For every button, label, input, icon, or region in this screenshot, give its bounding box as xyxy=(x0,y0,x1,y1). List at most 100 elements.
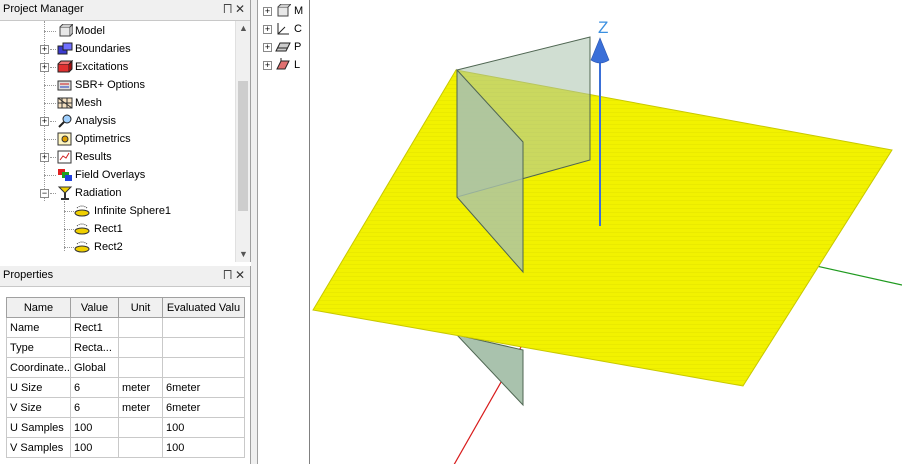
tree-item-analysis[interactable]: + Analysis xyxy=(0,112,230,130)
table-row[interactable]: U Samples 100 100 xyxy=(6,417,245,438)
scrollbar-thumb[interactable] xyxy=(238,81,248,211)
ground-plane xyxy=(312,69,893,387)
tree-item-label: Analysis xyxy=(75,115,116,127)
expand-toggle[interactable]: + xyxy=(263,7,272,16)
table-row[interactable]: Coordinate... Global xyxy=(6,357,245,378)
optimetrics-icon xyxy=(57,132,72,146)
tree-item-boundaries[interactable]: + Boundaries xyxy=(0,40,230,58)
column-header-name[interactable]: Name xyxy=(6,297,71,318)
tree-item-label: Mesh xyxy=(75,97,102,109)
field-overlays-icon xyxy=(58,169,72,181)
tree-item-rect2[interactable]: Rect2 xyxy=(0,238,230,256)
scroll-down-icon[interactable]: ▼ xyxy=(236,247,251,262)
tree-item-label: Rect1 xyxy=(94,223,123,235)
cell-evaluated-value: 6meter xyxy=(162,377,245,398)
model-icon xyxy=(59,24,73,37)
model-tree: + M + C + P + L xyxy=(258,0,310,464)
cell-evaluated-value xyxy=(162,357,245,378)
boundaries-icon xyxy=(57,42,73,55)
cell-value[interactable]: 6 xyxy=(70,377,119,398)
cell-name: V Size xyxy=(6,397,71,418)
tree-item-field-overlays[interactable]: Field Overlays xyxy=(0,166,230,184)
tree-item-label: Boundaries xyxy=(75,43,131,55)
cell-unit[interactable] xyxy=(118,337,163,358)
column-header-evaluated-value[interactable]: Evaluated Valu xyxy=(162,297,245,318)
cell-value[interactable]: 100 xyxy=(70,437,119,458)
table-row[interactable]: V Samples 100 100 xyxy=(6,437,245,458)
close-icon[interactable]: ✕ xyxy=(235,2,245,16)
tree-item-sbr-options[interactable]: SBR+ Options xyxy=(0,76,230,94)
3d-viewport[interactable]: Z xyxy=(311,0,902,464)
collapse-toggle[interactable]: − xyxy=(40,189,49,198)
pin-icon[interactable]: ⨅ xyxy=(223,3,232,16)
expand-toggle[interactable]: + xyxy=(40,63,49,72)
tree-item-infinite-sphere1[interactable]: Infinite Sphere1 xyxy=(0,202,230,220)
cell-unit[interactable] xyxy=(118,317,163,338)
project-manager-title: Project Manager xyxy=(3,3,84,15)
tree-item-label: Field Overlays xyxy=(75,169,146,181)
table-row[interactable]: Type Recta... xyxy=(6,337,245,358)
model-tree-label: P xyxy=(294,41,302,53)
cell-value[interactable]: Rect1 xyxy=(70,317,119,338)
table-row[interactable]: V Size 6 meter 6meter xyxy=(6,397,245,418)
cell-value[interactable]: 6 xyxy=(70,397,119,418)
cell-evaluated-value xyxy=(162,337,245,358)
tree-item-label: SBR+ Options xyxy=(75,79,146,91)
table-row[interactable]: U Size 6 meter 6meter xyxy=(6,377,245,398)
cell-value[interactable]: Global xyxy=(70,357,119,378)
tree-item-model[interactable]: Model xyxy=(0,22,230,40)
pin-icon[interactable]: ⨅ xyxy=(223,269,232,282)
expand-toggle[interactable]: + xyxy=(40,45,49,54)
tree-item-excitations[interactable]: + Excitations xyxy=(0,58,230,76)
expand-toggle[interactable]: + xyxy=(40,117,49,126)
cell-evaluated-value: 6meter xyxy=(162,397,245,418)
3d-scene: Z xyxy=(312,18,902,464)
cell-value[interactable]: Recta... xyxy=(70,337,119,358)
cell-evaluated-value: 100 xyxy=(162,417,245,438)
lists-icon xyxy=(276,58,290,70)
scroll-up-icon[interactable]: ▲ xyxy=(236,21,251,36)
analysis-icon xyxy=(58,114,72,128)
expand-toggle[interactable]: + xyxy=(263,61,272,70)
rect-setup-icon xyxy=(74,241,90,253)
cell-name: U Samples xyxy=(6,417,71,438)
cell-name: Type xyxy=(6,337,71,358)
expand-toggle[interactable]: + xyxy=(263,43,272,52)
model-tree-label: L xyxy=(294,59,301,71)
project-tree-scrollbar[interactable]: ▲ ▼ xyxy=(235,21,250,262)
project-manager-panel: Project Manager ⨅ ✕ Model + Boundaries +… xyxy=(0,0,251,262)
z-axis-label: Z xyxy=(598,18,608,37)
expand-toggle[interactable]: + xyxy=(263,25,272,34)
expand-toggle[interactable]: + xyxy=(40,153,49,162)
tree-item-label: Optimetrics xyxy=(75,133,131,145)
model-tree-label: C xyxy=(294,23,302,35)
properties-title: Properties xyxy=(3,269,54,281)
panel-splitter[interactable] xyxy=(251,0,258,464)
project-manager-titlebar: Project Manager ⨅ ✕ xyxy=(0,0,250,21)
tree-item-results[interactable]: + Results xyxy=(0,148,230,166)
z-axis-arrow-icon xyxy=(590,37,610,64)
tree-item-optimetrics[interactable]: Optimetrics xyxy=(0,130,230,148)
cell-unit[interactable]: meter xyxy=(118,397,163,418)
project-tree: Model + Boundaries + Excitations SBR+ Op… xyxy=(0,21,236,262)
tree-item-radiation[interactable]: − Radiation xyxy=(0,184,230,202)
cell-unit[interactable] xyxy=(118,417,163,438)
cell-unit[interactable] xyxy=(118,357,163,378)
infinite-sphere-icon xyxy=(74,205,90,217)
radiation-icon xyxy=(57,186,73,200)
planes-icon xyxy=(275,42,291,52)
excitations-icon xyxy=(57,60,73,73)
column-header-unit[interactable]: Unit xyxy=(118,297,163,318)
cell-name: V Samples xyxy=(6,437,71,458)
cell-name: Name xyxy=(6,317,71,338)
table-row[interactable]: Name Rect1 xyxy=(6,317,245,338)
close-icon[interactable]: ✕ xyxy=(235,268,245,282)
tree-item-mesh[interactable]: Mesh xyxy=(0,94,230,112)
cell-value[interactable]: 100 xyxy=(70,417,119,438)
cell-evaluated-value: 100 xyxy=(162,437,245,458)
cell-unit[interactable]: meter xyxy=(118,377,163,398)
properties-panel: Properties ⨅ ✕ Name Value Unit Evaluated… xyxy=(0,266,251,464)
column-header-value[interactable]: Value xyxy=(70,297,119,318)
cell-unit[interactable] xyxy=(118,437,163,458)
tree-item-rect1[interactable]: Rect1 xyxy=(0,220,230,238)
